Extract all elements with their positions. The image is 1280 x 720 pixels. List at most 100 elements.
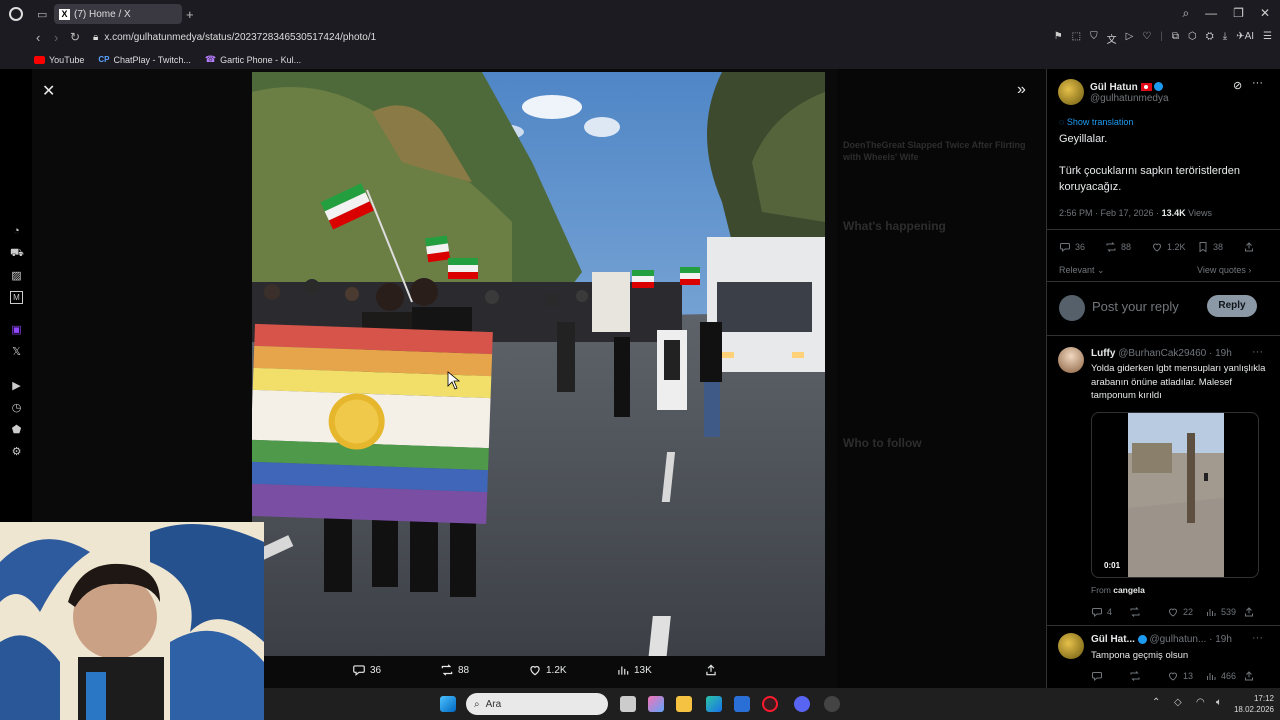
settings-icon[interactable]: ⚙ [10, 445, 23, 458]
chevron-up-icon[interactable]: ⌃ [1152, 697, 1160, 708]
reply-stat[interactable]: 36 [1059, 241, 1105, 253]
search-tabs-icon[interactable]: ⌕ [1182, 6, 1189, 21]
tab-island-icon[interactable]: ▭ [37, 8, 47, 21]
volume-icon[interactable]: 🔈︎ [1216, 697, 1222, 708]
reload-button[interactable]: ↻ [70, 30, 80, 44]
bookmark-gartic[interactable]: ☎ Gartic Phone - Kul... [205, 54, 301, 65]
more-options-icon[interactable]: ··· [1252, 77, 1263, 89]
tweet-photo[interactable] [252, 72, 825, 656]
maximize-button[interactable]: ❐ [1233, 6, 1244, 21]
sort-dropdown[interactable]: Relevant ⌄ [1059, 265, 1105, 276]
reply-icon [353, 665, 365, 676]
browser-tab-active[interactable]: X (7) Home / X [54, 4, 182, 24]
heart-icon[interactable]: ♡ [1142, 31, 1151, 46]
player-icon[interactable]: ▷ [1126, 31, 1134, 46]
reply-video[interactable]: 0:01 [1091, 412, 1259, 578]
reply-button[interactable]: Reply [1207, 295, 1257, 317]
aria-ai-button[interactable]: ✈AI [1236, 31, 1254, 46]
photo-reply-button[interactable]: 36 [352, 663, 440, 677]
close-window-button[interactable]: ✕ [1260, 6, 1270, 21]
views-stat[interactable]: 539 [1205, 606, 1243, 618]
opera-gx-icon[interactable] [762, 696, 778, 712]
twitch-icon[interactable]: ▣ [10, 323, 23, 336]
reply-author-handle[interactable]: @BurhanCak29460 · 19h [1118, 348, 1232, 359]
tweet-timestamp[interactable]: 2:56 PM · Feb 17, 2026 · [1059, 208, 1159, 218]
avatar[interactable] [1058, 79, 1084, 105]
photo-like-button[interactable]: 1.2K [528, 663, 616, 677]
cube-icon[interactable]: ⬡ [1188, 31, 1197, 46]
store-icon[interactable] [734, 696, 750, 712]
translate-icon[interactable]: 文 [1107, 31, 1117, 46]
menu-icon[interactable]: ☰ [1263, 31, 1272, 46]
close-photo-button[interactable]: ✕ [42, 81, 55, 101]
new-tab-button[interactable]: + [186, 7, 194, 22]
expand-icon[interactable]: » [1017, 81, 1026, 99]
view-quotes-link[interactable]: View quotes › [1197, 265, 1251, 275]
like-stat[interactable]: 1.2K [1151, 241, 1197, 253]
repost-stat[interactable]: 88 [1105, 241, 1151, 253]
url-field[interactable]: x.com/gulhatunmedya/status/2023728346530… [104, 32, 376, 43]
wifi-icon[interactable]: ◠ [1196, 697, 1205, 708]
author-name[interactable]: Gül Hatun [1090, 82, 1138, 93]
reply-author-handle[interactable]: @gulhatun... · 19h [1149, 634, 1231, 645]
bookmark-youtube[interactable]: YouTube [34, 55, 84, 65]
system-clock[interactable]: 17:12 18.02.2026 [1234, 693, 1274, 715]
taskbar-search[interactable]: ⌕ Ara [466, 693, 608, 715]
workspace-icon[interactable]: ⛟ [10, 247, 24, 261]
bookmark-stat[interactable]: 38 [1197, 241, 1243, 253]
x-icon[interactable]: 𝕏 [10, 345, 23, 358]
extensions-icon[interactable]: ⧉ [1172, 31, 1179, 46]
reply-stat[interactable] [1091, 670, 1129, 682]
minimize-button[interactable]: — [1205, 6, 1217, 21]
reply-stat[interactable]: 4 [1091, 606, 1129, 618]
discord-icon[interactable] [794, 696, 810, 712]
repost-stat[interactable] [1129, 670, 1167, 682]
forward-button[interactable]: › [54, 30, 58, 45]
download-icon[interactable]: ⤓ [1223, 31, 1227, 46]
share-stat[interactable] [1243, 670, 1255, 682]
translate-globe-icon: ◌ [1059, 117, 1067, 127]
show-translation-link[interactable]: ◌ Show translation [1059, 117, 1133, 127]
like-stat[interactable]: 13 [1167, 670, 1205, 682]
reply-author-name[interactable]: Gül Hat... [1091, 634, 1135, 645]
task-view-icon[interactable] [620, 696, 636, 712]
author-handle[interactable]: @gulhatunmedya [1090, 93, 1169, 104]
copilot-icon[interactable] [648, 696, 664, 712]
file-explorer-icon[interactable] [676, 696, 692, 712]
share-stat[interactable] [1243, 606, 1255, 618]
photo-share-button[interactable] [704, 663, 792, 677]
bookmark-chatplay[interactable]: CP ChatPlay - Twitch... [98, 55, 191, 65]
extensions-sidebar-icon[interactable]: ⬟ [10, 423, 23, 436]
reply-author-name[interactable]: Luffy [1091, 348, 1115, 359]
photo-repost-button[interactable]: 88 [440, 663, 528, 677]
search-placeholder: Ara [485, 698, 502, 710]
repost-stat[interactable] [1129, 606, 1167, 618]
like-stat[interactable]: 22 [1167, 606, 1205, 618]
aria-icon[interactable]: ◔ [10, 225, 23, 237]
back-button[interactable]: ‹ [36, 30, 40, 45]
opera-logo-icon[interactable] [9, 7, 23, 21]
avatar[interactable] [1058, 347, 1084, 373]
player-sidebar-icon[interactable]: ▶ [10, 379, 23, 392]
views-stat[interactable]: 466 [1205, 670, 1243, 682]
easy-setup-icon[interactable]: ⛭ [1206, 31, 1214, 46]
shield-icon[interactable]: ⛉ [1090, 31, 1098, 46]
reply-input[interactable]: Post your reply [1092, 299, 1179, 314]
messenger-icon[interactable]: M [10, 291, 23, 304]
photo-views-button[interactable]: 13K [616, 663, 704, 677]
start-button[interactable] [440, 696, 456, 712]
my-avatar[interactable] [1059, 295, 1085, 321]
network-icon[interactable]: ◇ [1174, 697, 1182, 708]
avatar[interactable] [1058, 633, 1084, 659]
chatgpt-icon[interactable]: ▨ [10, 269, 23, 282]
edge-icon[interactable] [706, 696, 722, 712]
grok-icon[interactable]: ⊘ [1233, 79, 1242, 92]
more-options-icon[interactable]: ··· [1252, 346, 1263, 358]
bookmark-page-icon[interactable]: ⚑ [1054, 31, 1063, 46]
more-options-icon[interactable]: ··· [1252, 632, 1263, 644]
from-user[interactable]: cangela [1113, 585, 1145, 595]
history-icon[interactable]: ◷ [10, 401, 23, 414]
share-stat[interactable] [1243, 241, 1255, 253]
obs-icon[interactable] [824, 696, 840, 712]
snapshot-icon[interactable]: ⬚ [1072, 31, 1081, 46]
